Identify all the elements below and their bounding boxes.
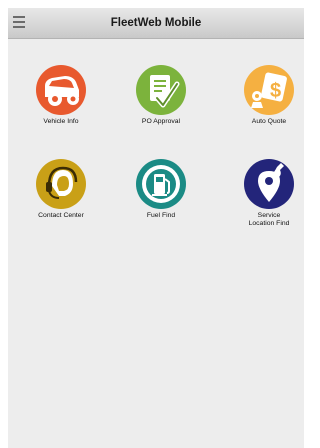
tile-label: Service Location Find	[248, 212, 290, 227]
headset-icon	[36, 159, 86, 209]
tile-service-location-find[interactable]: Service Location Find	[229, 158, 304, 228]
app-title: FleetWeb Mobile	[110, 17, 202, 29]
top-bar: FleetWeb Mobile	[8, 8, 304, 39]
svg-text:$: $	[270, 80, 281, 102]
tile-label: Auto Quote	[251, 118, 287, 125]
tile-label: PO Approval	[141, 118, 181, 125]
tile-vehicle-info[interactable]: Vehicle Info	[21, 64, 101, 126]
tile-label: Fuel Find	[146, 212, 176, 219]
car-icon	[36, 65, 86, 115]
tile-contact-center[interactable]: Contact Center	[21, 158, 101, 220]
money-quote-icon: $	[244, 65, 294, 115]
tile-fuel-find[interactable]: Fuel Find	[121, 158, 201, 220]
fuel-pump-icon	[136, 159, 186, 209]
tile-label: Contact Center	[38, 212, 84, 219]
wrench-location-icon	[244, 159, 294, 209]
tile-auto-quote[interactable]: $ Auto Quote	[229, 64, 304, 126]
tile-label: Vehicle Info	[43, 118, 79, 125]
checklist-icon	[136, 65, 186, 115]
app-screen: FleetWeb Mobile Vehicle Info PO Approval	[8, 8, 304, 448]
tile-po-approval[interactable]: PO Approval	[121, 64, 201, 126]
